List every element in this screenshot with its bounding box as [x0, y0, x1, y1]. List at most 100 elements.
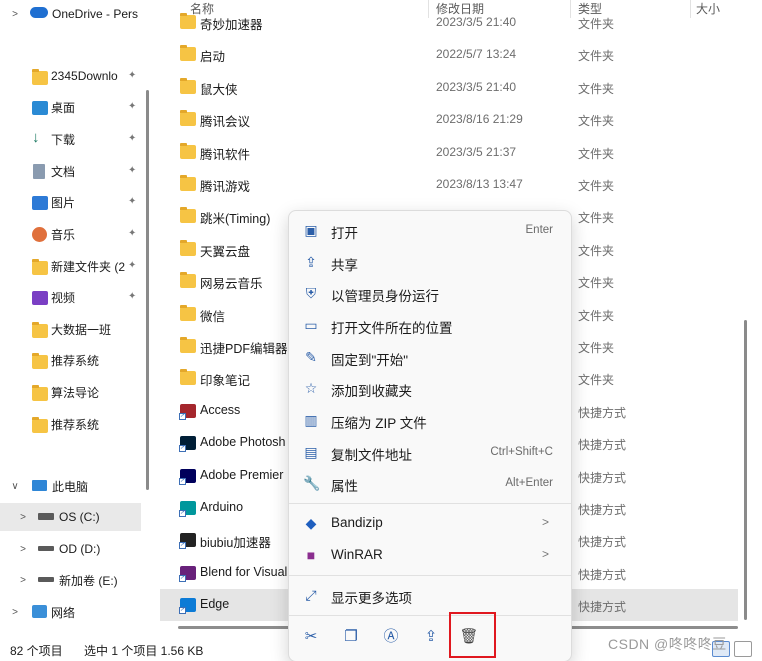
nav-item-drive-c[interactable]: > OS (C:)	[0, 503, 141, 531]
pin-icon[interactable]: ✦	[128, 291, 138, 303]
file-type: 快捷方式	[578, 406, 627, 420]
winrar-icon: ■	[306, 547, 316, 563]
folder-icon	[180, 207, 196, 223]
rename-icon[interactable]: Ⓐ	[377, 623, 405, 651]
folder-icon	[32, 69, 48, 85]
nav-item-label: 文档	[51, 164, 76, 179]
nav-item-big-data-class[interactable]: 大数据一班	[0, 315, 146, 343]
file-type: 快捷方式	[578, 535, 627, 549]
file-name: Edge	[200, 597, 230, 611]
file-name: 腾讯软件	[200, 148, 251, 162]
pin-icon[interactable]: ✦	[128, 165, 138, 177]
menu-item-bandizip[interactable]: ◆ Bandizip >	[295, 509, 565, 537]
nav-item-algorithms[interactable]: 算法导论	[0, 378, 146, 406]
document-icon	[33, 164, 45, 179]
folder-icon	[180, 78, 196, 94]
file-name: Access	[200, 403, 241, 417]
nav-item-label: 桌面	[51, 100, 76, 115]
nav-item-label: 推荐系统	[51, 417, 100, 432]
chevron-right-icon[interactable]: >	[10, 607, 20, 618]
file-type: 文件夹	[578, 147, 615, 161]
download-icon: ↓	[32, 129, 40, 146]
table-row[interactable]: 腾讯软件 2023/3/5 21:37 文件夹	[160, 136, 738, 168]
pin-icon[interactable]: ✦	[128, 101, 138, 113]
table-row[interactable]: 腾讯会议 2023/8/16 21:29 文件夹	[160, 103, 738, 135]
file-name: 微信	[200, 310, 226, 324]
menu-item-label: 以管理员身份运行	[331, 289, 439, 304]
nav-item-desktop[interactable]: 桌面 ✦	[0, 93, 146, 121]
file-name: 天翼云盘	[200, 245, 251, 259]
file-name: Adobe Premier	[200, 468, 284, 482]
chevron-right-icon[interactable]: >	[10, 9, 20, 20]
menu-item-label: 共享	[331, 258, 358, 273]
desktop-icon	[32, 101, 48, 115]
pin-icon[interactable]: ✦	[128, 228, 138, 240]
nav-item-documents[interactable]: 文档 ✦	[0, 157, 146, 185]
shortcut-icon: ↗	[179, 404, 196, 420]
share-icon[interactable]: ⇪	[417, 623, 445, 651]
nav-item-downloads[interactable]: ↓ 下载 ✦	[0, 125, 146, 153]
file-type: 快捷方式	[578, 503, 627, 517]
menu-item-pin[interactable]: ✎ 固定到"开始"	[295, 343, 565, 371]
nav-item-network[interactable]: > 网络	[0, 598, 146, 626]
file-type: 文件夹	[578, 49, 615, 63]
menu-item-open[interactable]: ▣ 打开 Enter	[295, 216, 565, 244]
table-row[interactable]: 奇妙加速器 2023/3/5 21:40 文件夹	[160, 6, 738, 38]
nav-scrollbar[interactable]	[146, 90, 149, 490]
menu-item-folder-open[interactable]: ▭ 打开文件所在的位置	[295, 311, 565, 339]
nav-item-new-folder-2[interactable]: 新建文件夹 (2 ✦	[0, 252, 146, 280]
table-row[interactable]: 鼠大侠 2023/3/5 21:40 文件夹	[160, 71, 738, 103]
file-date: 2023/3/5 21:40	[436, 80, 517, 94]
chevron-right-icon[interactable]: >	[18, 544, 28, 555]
nav-item-label: 网络	[51, 605, 76, 620]
nav-item-drive-d[interactable]: > OD (D:)	[0, 535, 146, 563]
nav-item-this-pc[interactable]: ∨ 此电脑	[0, 472, 146, 500]
shortcut-arrow-icon: ↗	[179, 510, 186, 517]
chevron-right-icon[interactable]: >	[18, 575, 28, 586]
nav-item-recommender-2[interactable]: 推荐系统	[0, 410, 146, 438]
menu-item-copy-path[interactable]: ▤ 复制文件地址 Ctrl+Shift+C	[295, 438, 565, 466]
tiles-view-button[interactable]	[734, 641, 752, 657]
nav-item-drive-e[interactable]: > 新加卷 (E:)	[0, 566, 146, 594]
shortcut-icon: ↗	[179, 501, 196, 517]
menu-item-share[interactable]: ⇪ 共享	[295, 248, 565, 276]
menu-item-shortcut: Enter	[525, 224, 554, 236]
file-type: 快捷方式	[578, 471, 627, 485]
shortcut-icon: ↗	[179, 566, 196, 582]
menu-item-zip[interactable]: ▥ 压缩为 ZIP 文件	[295, 406, 565, 434]
pin-icon[interactable]: ✦	[128, 260, 138, 272]
chevron-down-icon[interactable]: ∨	[10, 481, 20, 492]
pin-icon[interactable]: ✦	[128, 70, 138, 82]
nav-item-pictures[interactable]: 图片 ✦	[0, 188, 146, 216]
chevron-right-icon[interactable]: >	[18, 512, 28, 523]
file-type: 快捷方式	[578, 438, 627, 452]
nav-item-onedrive[interactable]: > OneDrive - Pers	[0, 0, 146, 28]
menu-item-winrar[interactable]: ■ WinRAR >	[295, 541, 565, 569]
nav-item-videos[interactable]: 视频 ✦	[0, 283, 146, 311]
file-name: Adobe Photosh	[200, 435, 286, 449]
pin-icon[interactable]: ✦	[128, 196, 138, 208]
table-row[interactable]: 启动 2022/5/7 13:24 文件夹	[160, 38, 738, 70]
nav-item-label: 音乐	[51, 227, 76, 242]
chevron-right-icon: >	[541, 547, 549, 561]
vertical-scrollbar[interactable]	[744, 320, 747, 620]
menu-item-wrench[interactable]: 🔧 属性 Alt+Enter	[295, 469, 565, 497]
menu-item-shortcut: Ctrl+Shift+C	[490, 446, 553, 458]
nav-item-recommender-1[interactable]: 推荐系统	[0, 346, 146, 374]
nav-item-2345downloads[interactable]: 2345Downlo ✦	[0, 62, 146, 90]
delete-highlight-box	[449, 612, 496, 658]
cut-icon[interactable]: ✂	[297, 623, 325, 651]
copy-icon[interactable]: ❐	[337, 623, 365, 651]
file-name: 腾讯游戏	[200, 180, 251, 194]
nav-item-label: 下载	[51, 132, 76, 147]
menu-item-shield[interactable]: ⛨ 以管理员身份运行	[295, 279, 565, 307]
shortcut-icon: ↗	[179, 533, 196, 549]
menu-item-show-more-options[interactable]: ⤢ 显示更多选项	[295, 581, 565, 609]
pin-icon[interactable]: ✦	[128, 133, 138, 145]
nav-item-music[interactable]: 音乐 ✦	[0, 220, 146, 248]
table-row[interactable]: 腾讯游戏 2023/8/13 13:47 文件夹	[160, 168, 738, 200]
file-name: Blend for Visual	[200, 565, 288, 579]
menu-item-star[interactable]: ☆ 添加到收藏夹	[295, 374, 565, 402]
file-type: 文件夹	[578, 276, 615, 290]
nav-item-label: 推荐系统	[51, 353, 100, 368]
